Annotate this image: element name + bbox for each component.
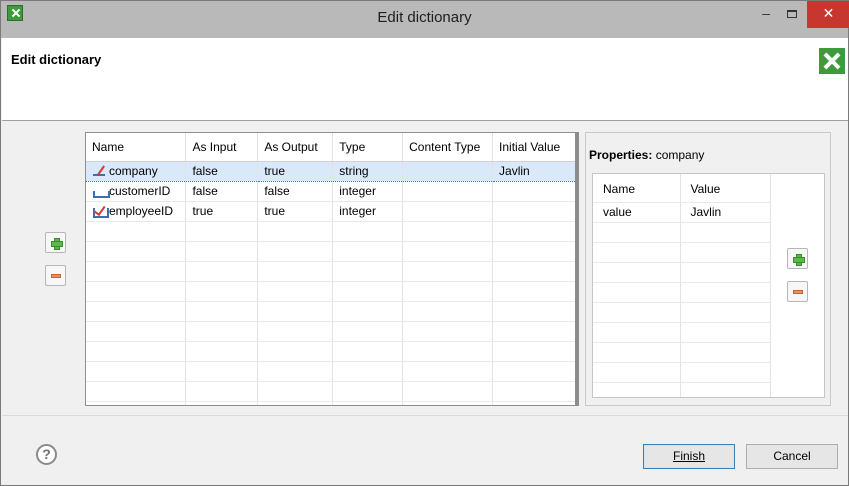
table-row[interactable]: employeeID true true integer [86, 201, 578, 222]
finish-button[interactable]: Finish [643, 444, 735, 469]
table-row[interactable]: company false true string Javlin [86, 160, 578, 182]
column-header-type[interactable]: Type [332, 133, 404, 162]
column-header-initial-value[interactable]: Initial Value [492, 133, 578, 162]
empty-property-row [593, 342, 771, 363]
close-button[interactable]: ✕ [807, 1, 849, 28]
empty-property-row [593, 222, 771, 243]
table-header-row: Name As Input As Output Type Content Typ… [86, 133, 578, 162]
properties-grid: Name Value value Javlin [593, 174, 771, 397]
empty-table-row [86, 361, 578, 382]
dialog-header: Edit dictionary [2, 38, 848, 121]
cloverdx-logo-icon [819, 48, 845, 74]
entry-name: company [109, 164, 158, 178]
dictionary-table[interactable]: Name As Input As Output Type Content Typ… [85, 132, 579, 406]
maximize-icon [787, 10, 797, 18]
remove-entry-button[interactable] [45, 265, 66, 286]
column-header-name[interactable]: Name [593, 174, 681, 203]
integer-field-icon [92, 185, 110, 198]
footer-separator [2, 415, 848, 416]
type-cell[interactable]: integer [332, 201, 404, 222]
checkbox-field-icon [92, 205, 109, 218]
column-header-name[interactable]: Name [86, 133, 187, 162]
column-header-value[interactable]: Value [680, 174, 771, 203]
plus-icon [793, 254, 805, 266]
empty-table-row [86, 401, 578, 405]
content-type-cell[interactable] [402, 160, 494, 182]
finish-label: Finish [672, 449, 705, 463]
empty-table-row [86, 321, 578, 342]
column-header-content-type[interactable]: Content Type [402, 133, 494, 162]
empty-property-row [593, 282, 771, 303]
minimize-button[interactable]: – [753, 1, 779, 28]
column-header-as-output[interactable]: As Output [257, 133, 334, 162]
edit-dictionary-window: Edit dictionary – ✕ Edit dictionary Name… [0, 0, 849, 486]
dialog-heading: Edit dictionary [11, 52, 102, 67]
properties-heading: Properties: company [589, 148, 704, 162]
empty-property-row [593, 362, 771, 383]
string-field-icon [92, 165, 108, 177]
property-row[interactable]: value Javlin [593, 202, 771, 223]
cancel-button[interactable]: Cancel [746, 444, 838, 469]
empty-table-row [86, 221, 578, 242]
help-icon[interactable]: ? [36, 444, 57, 465]
content-type-cell[interactable] [402, 181, 494, 202]
initial-value-cell[interactable]: Javlin [492, 160, 578, 182]
empty-property-row [593, 322, 771, 343]
empty-table-row [86, 261, 578, 282]
window-title: Edit dictionary [377, 9, 472, 26]
type-cell[interactable]: string [332, 160, 404, 182]
entry-name: employeeID [109, 204, 174, 218]
name-cell[interactable]: company [86, 160, 187, 182]
table-row[interactable]: customerID false false integer [86, 181, 578, 202]
add-entry-button[interactable] [45, 232, 66, 253]
empty-property-row [593, 382, 771, 397]
as-input-cell[interactable]: false [185, 181, 259, 202]
empty-property-row [593, 242, 771, 263]
as-output-cell[interactable]: false [257, 181, 334, 202]
pane-splitter[interactable] [575, 132, 579, 406]
name-cell[interactable]: customerID [86, 181, 187, 202]
name-cell[interactable]: employeeID [86, 201, 187, 222]
empty-table-row [86, 281, 578, 302]
property-name-cell[interactable]: value [593, 202, 681, 223]
empty-table-row [86, 381, 578, 402]
empty-table-row [86, 241, 578, 262]
as-input-cell[interactable]: false [185, 160, 259, 182]
remove-property-button[interactable] [787, 281, 808, 302]
minus-icon [51, 274, 61, 278]
properties-label: Properties: [589, 148, 653, 162]
as-input-cell[interactable]: true [185, 201, 259, 222]
empty-table-row [86, 301, 578, 322]
add-property-button[interactable] [787, 248, 808, 269]
initial-value-cell[interactable] [492, 201, 578, 222]
maximize-button[interactable] [779, 1, 805, 28]
content-type-cell[interactable] [402, 201, 494, 222]
properties-entry-name: company [655, 148, 705, 162]
minus-icon [793, 290, 803, 294]
empty-table-row [86, 341, 578, 362]
as-output-cell[interactable]: true [257, 160, 334, 182]
empty-property-row [593, 302, 771, 323]
property-value-cell[interactable]: Javlin [680, 202, 771, 223]
type-cell[interactable]: integer [332, 181, 404, 202]
properties-header-row: Name Value [593, 174, 771, 203]
empty-property-row [593, 262, 771, 283]
as-output-cell[interactable]: true [257, 201, 334, 222]
title-bar[interactable]: Edit dictionary – ✕ [1, 1, 849, 38]
initial-value-cell[interactable] [492, 181, 578, 202]
plus-icon [51, 238, 63, 250]
entry-name: customerID [109, 184, 171, 198]
dictionary-grid: Name As Input As Output Type Content Typ… [86, 133, 578, 405]
column-header-as-input[interactable]: As Input [185, 133, 259, 162]
